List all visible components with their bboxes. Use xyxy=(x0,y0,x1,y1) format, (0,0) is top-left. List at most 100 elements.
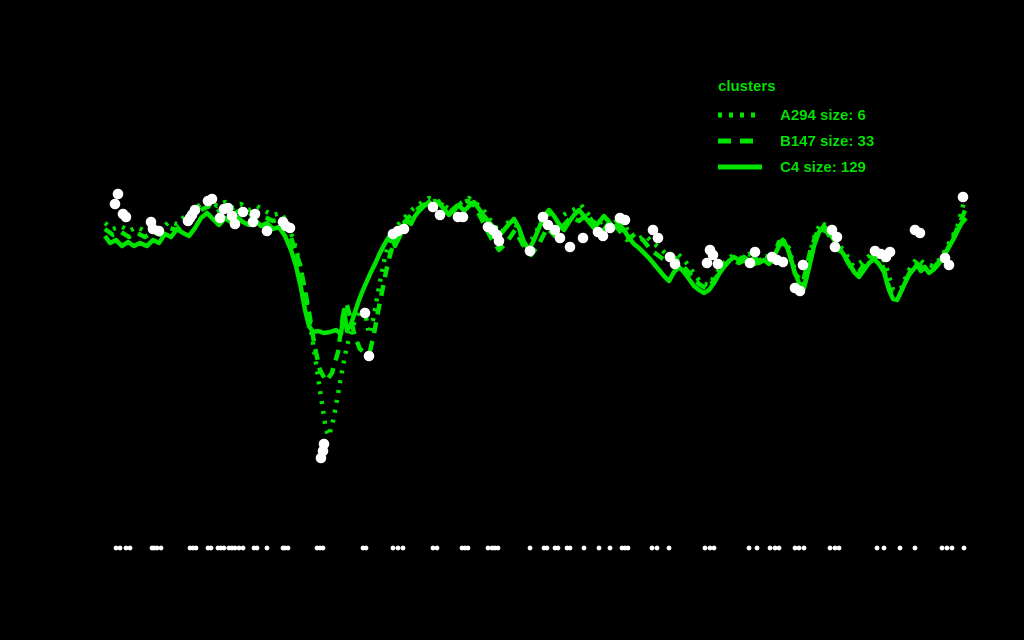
legend-label-c4: C4 size: 129 xyxy=(780,158,866,176)
rug-tick-dot xyxy=(776,545,782,551)
data-point-marker xyxy=(712,258,724,270)
data-point-marker xyxy=(249,208,261,220)
rug-tick-dot xyxy=(944,545,950,551)
rug-tick-dot xyxy=(666,545,672,551)
rug-tick-dot xyxy=(158,545,164,551)
rug-tick-dot xyxy=(400,545,406,551)
data-point-marker xyxy=(229,218,241,230)
data-point-marker xyxy=(554,232,566,244)
data-point-marker xyxy=(363,350,375,362)
data-point-marker xyxy=(669,258,681,270)
rug-tick-dot xyxy=(711,545,717,551)
data-point-marker xyxy=(318,438,330,450)
data-point-marker xyxy=(493,235,505,247)
dotted-line-swatch-icon xyxy=(718,112,762,118)
rug-tick-dot xyxy=(117,545,123,551)
rug-tick-dot xyxy=(193,545,199,551)
data-point-marker xyxy=(564,241,576,253)
data-point-marker xyxy=(457,211,469,223)
data-point-marker xyxy=(744,257,756,269)
rug-tick-dot xyxy=(363,545,369,551)
data-point-marker xyxy=(261,225,273,237)
rug-tick-dot xyxy=(320,545,326,551)
rug-tick-dot xyxy=(544,545,550,551)
data-point-marker xyxy=(398,223,410,235)
rug-tick-dot xyxy=(465,545,471,551)
rug-tick-dot xyxy=(625,545,631,551)
rug-tick-dot xyxy=(767,545,773,551)
data-point-marker xyxy=(794,285,806,297)
data-point-marker xyxy=(884,246,896,258)
data-point-marker xyxy=(577,232,589,244)
data-point-marker xyxy=(434,209,446,221)
rug-tick-dot xyxy=(949,545,955,551)
rug-tick-dot xyxy=(127,545,133,551)
rug-tick-dot xyxy=(827,545,833,551)
rug-tick-dot xyxy=(240,545,246,551)
data-point-marker xyxy=(237,206,249,218)
data-point-marker xyxy=(524,245,536,257)
rug-tick-dot xyxy=(434,545,440,551)
rug-tick-dot xyxy=(254,545,260,551)
legend-item-a294: A294 size: 6 xyxy=(718,102,874,128)
dashed-line-swatch-icon xyxy=(718,138,762,144)
rug-tick-dot xyxy=(555,545,561,551)
legend-label-b147: B147 size: 33 xyxy=(780,132,875,150)
rug-tick-dot xyxy=(912,545,918,551)
rug-tick-dot xyxy=(939,545,945,551)
rug-tick-dot xyxy=(567,545,573,551)
rug-tick-dot xyxy=(961,545,967,551)
legend-item-b147: B147 size: 33 xyxy=(718,128,874,154)
rug-tick-dot xyxy=(285,545,291,551)
data-point-marker xyxy=(189,204,201,216)
rug-tick-dot xyxy=(897,545,903,551)
data-point-marker xyxy=(707,249,719,261)
data-point-marker xyxy=(943,259,955,271)
rug-tick-dot xyxy=(264,545,270,551)
data-point-marker xyxy=(619,214,631,226)
data-point-marker xyxy=(427,201,439,213)
rug-tick-dot xyxy=(881,545,887,551)
data-point-marker xyxy=(359,307,371,319)
rug-tick-dot xyxy=(746,545,752,551)
rug-tick-dot xyxy=(702,545,708,551)
rug-tick-dot xyxy=(390,545,396,551)
rug-tick-dot xyxy=(221,545,227,551)
data-point-marker xyxy=(206,193,218,205)
data-point-marker xyxy=(109,198,121,210)
data-point-marker xyxy=(829,241,841,253)
rug-tick-dot xyxy=(395,545,401,551)
chart: clusters A294 size: 6 B147 size: 33 C4 s… xyxy=(0,0,1024,640)
data-point-marker xyxy=(957,191,969,203)
solid-line-swatch-icon xyxy=(718,164,762,170)
data-point-marker xyxy=(604,222,616,234)
rug-tick-dot xyxy=(527,545,533,551)
data-point-marker xyxy=(153,225,165,237)
legend-label-a294: A294 size: 6 xyxy=(780,106,866,124)
rug-tick-dot xyxy=(208,545,214,551)
rug-tick-dot xyxy=(607,545,613,551)
rug-tick-dot xyxy=(581,545,587,551)
rug-tick-dot xyxy=(649,545,655,551)
legend-item-c4: C4 size: 129 xyxy=(718,154,874,180)
rug-tick-dot xyxy=(596,545,602,551)
legend: clusters A294 size: 6 B147 size: 33 C4 s… xyxy=(718,78,874,180)
rug-tick-dot xyxy=(654,545,660,551)
data-point-marker xyxy=(652,232,664,244)
data-point-marker xyxy=(777,256,789,268)
data-point-marker xyxy=(120,211,132,223)
legend-title: clusters xyxy=(718,78,776,95)
data-point-marker xyxy=(112,188,124,200)
data-point-marker xyxy=(749,246,761,258)
rug-tick-dot xyxy=(801,545,807,551)
rug-tick-dot xyxy=(796,545,802,551)
data-point-marker xyxy=(831,231,843,243)
data-point-marker xyxy=(797,259,809,271)
data-point-marker xyxy=(914,227,926,239)
rug-tick-dot xyxy=(495,545,501,551)
rug-tick-dot xyxy=(836,545,842,551)
rug-tick-dot xyxy=(874,545,880,551)
data-point-marker xyxy=(284,222,296,234)
data-point-marker xyxy=(597,230,609,242)
rug-tick-dot xyxy=(754,545,760,551)
